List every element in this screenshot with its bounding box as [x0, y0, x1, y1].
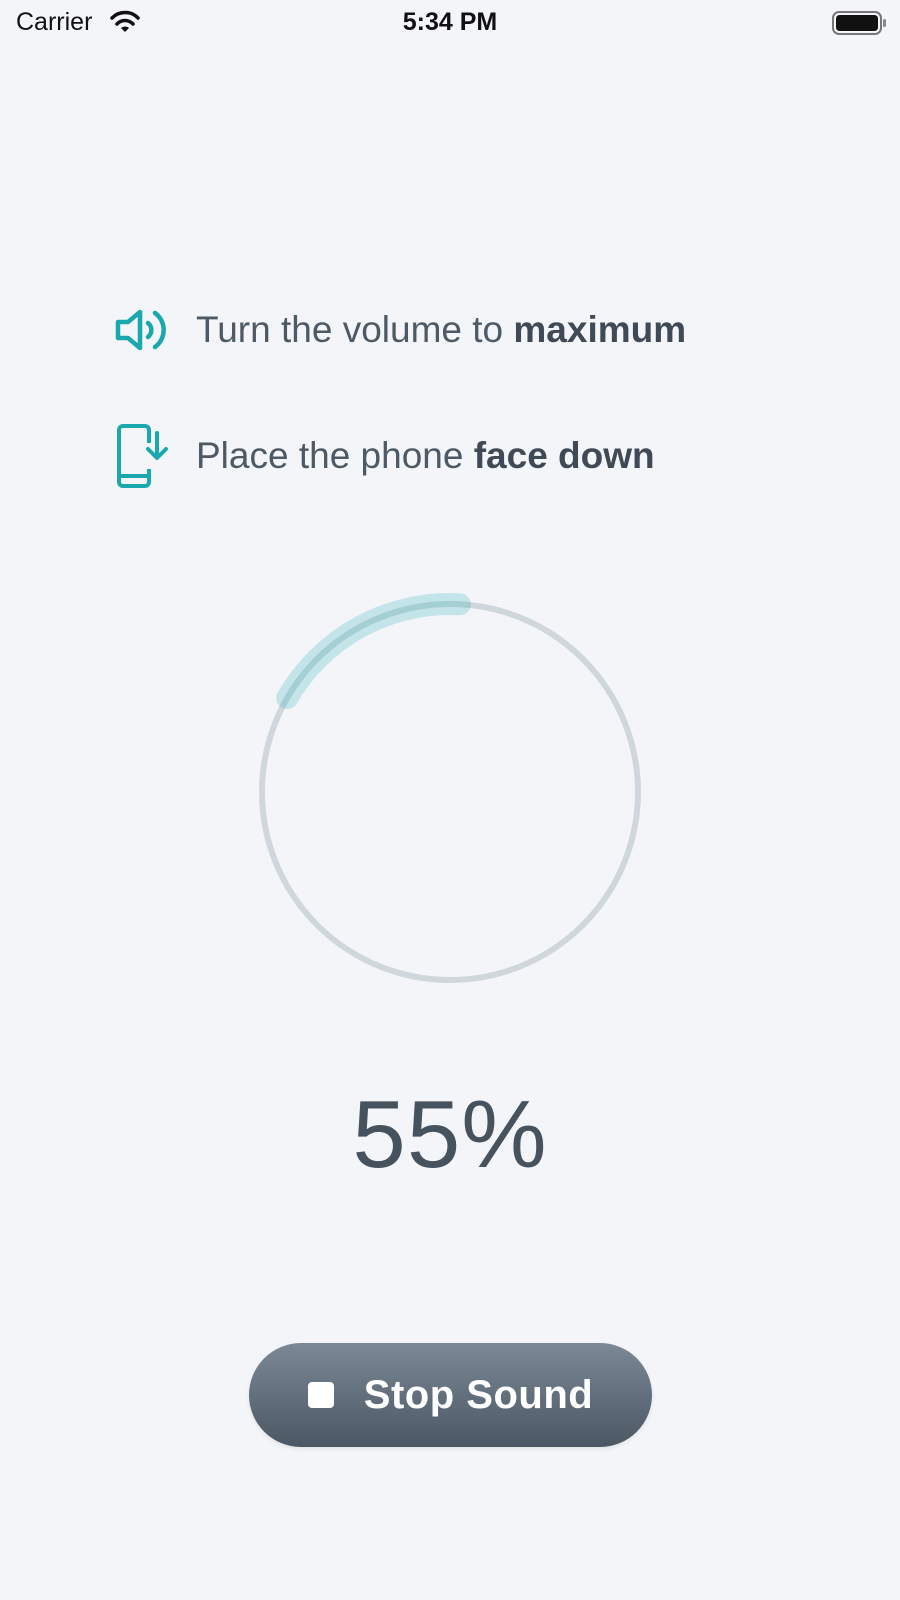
progress-ring: [250, 592, 650, 992]
instruction-face-down: Place the phone face down: [110, 420, 655, 492]
stop-icon: [307, 1382, 334, 1408]
progress-percent: 55%: [352, 1081, 548, 1188]
instruction-volume-text: Turn the volume to maximum: [196, 309, 687, 350]
phone-face-down-icon: [110, 420, 172, 492]
status-time: 5:34 PM: [402, 8, 498, 36]
battery-icon: [832, 11, 886, 35]
speaker-volume-icon: [110, 294, 172, 366]
status-bar: Carrier 5:34 PM: [0, 0, 900, 48]
instruction-volume: Turn the volume to maximum: [110, 294, 686, 366]
stop-sound-button[interactable]: Stop Sound: [249, 1343, 652, 1447]
stop-sound-label: Stop Sound: [363, 1372, 594, 1417]
instruction-face-down-text: Place the phone face down: [196, 435, 655, 476]
